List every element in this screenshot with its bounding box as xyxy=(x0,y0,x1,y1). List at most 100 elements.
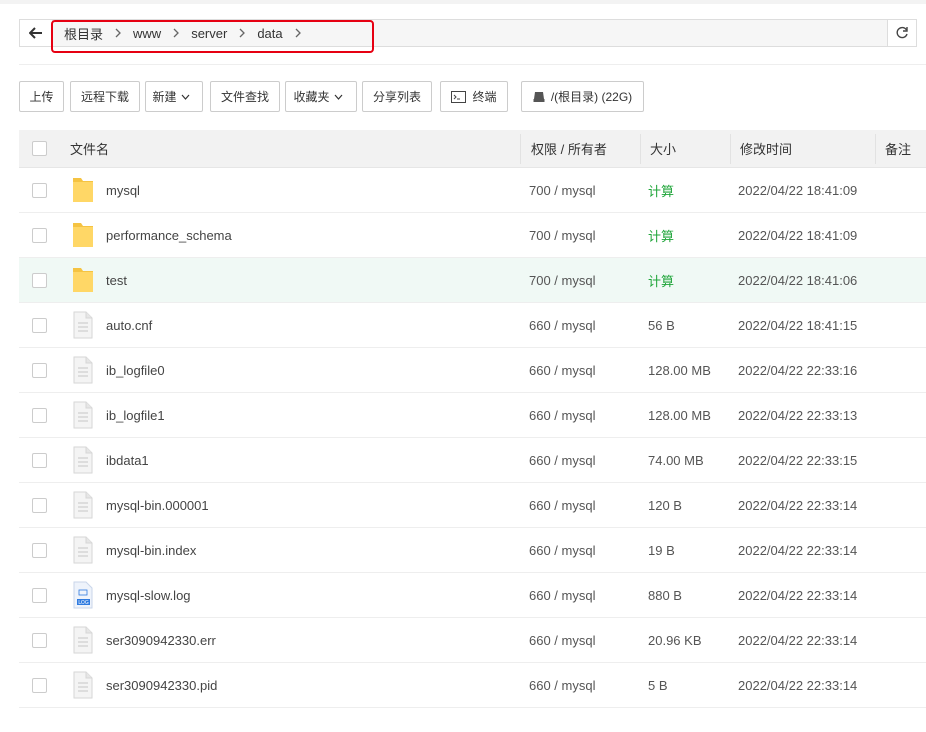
refresh-button[interactable] xyxy=(887,20,916,46)
refresh-icon xyxy=(896,26,908,39)
row-checkbox[interactable] xyxy=(32,573,47,617)
folder-icon xyxy=(73,221,93,249)
row-checkbox[interactable] xyxy=(32,303,47,347)
row-checkbox[interactable] xyxy=(32,258,47,302)
row-checkbox[interactable] xyxy=(32,213,47,257)
file-name[interactable]: ser3090942330.err xyxy=(106,618,216,662)
modified-time: 2022/04/22 18:41:06 xyxy=(738,272,858,288)
row-checkbox[interactable] xyxy=(32,438,47,482)
row-checkbox[interactable] xyxy=(32,483,47,527)
table-row[interactable]: performance_schema 700 / mysql 计算 2022/04/2… xyxy=(19,213,926,258)
permission-owner[interactable]: 660 / mysql xyxy=(529,483,595,527)
column-divider xyxy=(640,134,641,164)
file-icon xyxy=(73,356,93,384)
permission-owner[interactable]: 660 / mysql xyxy=(529,618,595,662)
file-name[interactable]: ser3090942330.pid xyxy=(106,663,217,707)
permission-owner[interactable]: 700 / mysql xyxy=(529,258,595,302)
breadcrumb-www[interactable]: www xyxy=(131,26,163,41)
table-row[interactable]: ser3090942330.pid 660 / mysql 5 B 2022/04/2… xyxy=(19,663,926,708)
favorites-label: 收藏夹 xyxy=(293,90,330,104)
log-icon-text: LOG xyxy=(78,600,89,606)
calculate-size-link[interactable]: 计算 xyxy=(648,258,674,302)
table-row[interactable]: mysql-bin.000001 660 / mysql 120 B 2022/04/… xyxy=(19,483,926,528)
row-checkbox[interactable] xyxy=(32,618,47,662)
file-name[interactable]: ib_logfile0 xyxy=(106,348,165,392)
remote-download-label: 远程下载 xyxy=(80,90,129,104)
header-filename[interactable]: 文件名 xyxy=(70,130,109,167)
modified-time: 2022/04/22 18:41:09 xyxy=(738,227,858,243)
file-icon xyxy=(73,536,93,564)
favorites-dropdown-button[interactable]: 收藏夹 xyxy=(285,81,357,112)
file-search-button[interactable]: 文件查找 xyxy=(210,81,280,112)
table-row[interactable]: ser3090942330.err 660 / mysql 20.96 KB 2022… xyxy=(19,618,926,663)
permission-owner[interactable]: 700 / mysql xyxy=(529,168,595,212)
file-size: 56 B xyxy=(648,317,675,333)
table-row[interactable]: test 700 / mysql 计算 2022/04/22 18:41:06 xyxy=(19,258,926,303)
breadcrumb-data[interactable]: data xyxy=(255,26,284,41)
file-name[interactable]: ib_logfile1 xyxy=(106,393,165,437)
row-checkbox[interactable] xyxy=(32,393,47,437)
new-dropdown-button[interactable]: 新建 xyxy=(145,81,203,112)
share-list-button[interactable]: 分享列表 xyxy=(362,81,432,112)
upload-label: 上传 xyxy=(29,90,54,104)
table-row[interactable]: mysql-bin.index 660 / mysql 19 B 2022/04/22… xyxy=(19,528,926,573)
chevron-right-icon xyxy=(285,28,311,38)
calculate-size-link[interactable]: 计算 xyxy=(648,168,674,212)
disk-label: /(根目录) (22G) xyxy=(550,90,633,104)
file-icon xyxy=(73,311,93,339)
file-size: 128.00 MB xyxy=(648,407,711,423)
modified-time: 2022/04/22 22:33:16 xyxy=(738,362,858,378)
file-name[interactable]: mysql-bin.000001 xyxy=(106,483,209,527)
file-name[interactable]: auto.cnf xyxy=(106,303,152,347)
file-size: 128.00 MB xyxy=(648,362,711,378)
file-size: 120 B xyxy=(648,497,682,513)
folder-icon xyxy=(73,176,93,204)
back-button[interactable] xyxy=(20,20,53,46)
breadcrumb-root[interactable]: 根目录 xyxy=(62,24,105,43)
permission-owner[interactable]: 660 / mysql xyxy=(529,393,595,437)
terminal-button[interactable]: 终端 xyxy=(440,81,508,112)
row-checkbox[interactable] xyxy=(32,528,47,572)
file-name[interactable]: performance_schema xyxy=(106,213,232,257)
header-size[interactable]: 大小 xyxy=(650,130,676,167)
row-checkbox[interactable] xyxy=(32,663,47,707)
table-row[interactable]: ibdata1 660 / mysql 74.00 MB 2022/04/22 22:… xyxy=(19,438,926,483)
file-name[interactable]: mysql xyxy=(106,168,140,212)
file-name[interactable]: mysql-bin.index xyxy=(106,528,196,572)
disk-button[interactable]: /(根目录) (22G) xyxy=(521,81,644,112)
header-modified-time[interactable]: 修改时间 xyxy=(740,130,792,167)
chevron-down-icon xyxy=(334,94,349,100)
remote-download-button[interactable]: 远程下载 xyxy=(70,81,140,112)
permission-owner[interactable]: 700 / mysql xyxy=(529,213,595,257)
permission-owner[interactable]: 660 / mysql xyxy=(529,528,595,572)
modified-time: 2022/04/22 18:41:15 xyxy=(738,317,858,333)
row-checkbox[interactable] xyxy=(32,348,47,392)
chevron-right-icon xyxy=(105,28,131,38)
permission-owner[interactable]: 660 / mysql xyxy=(529,573,595,617)
file-icon xyxy=(73,671,93,699)
table-row[interactable]: ib_logfile1 660 / mysql 128.00 MB 2022/04/2… xyxy=(19,393,926,438)
row-checkbox[interactable] xyxy=(32,168,47,212)
share-list-label: 分享列表 xyxy=(372,90,421,104)
file-name[interactable]: ibdata1 xyxy=(106,438,149,482)
file-name[interactable]: mysql-slow.log xyxy=(106,573,191,617)
select-all-checkbox[interactable] xyxy=(32,130,47,167)
breadcrumb-server[interactable]: server xyxy=(189,26,229,41)
table-row[interactable]: LOG mysql-slow.log 660 / mysql 880 B 2022/04… xyxy=(19,573,926,618)
file-name[interactable]: test xyxy=(106,258,127,302)
permission-owner[interactable]: 660 / mysql xyxy=(529,663,595,707)
modified-time: 2022/04/22 22:33:14 xyxy=(738,632,858,648)
header-permission[interactable]: 权限 / 所有者 xyxy=(531,130,607,167)
permission-owner[interactable]: 660 / mysql xyxy=(529,303,595,347)
file-size: 880 B xyxy=(648,587,682,603)
table-row[interactable]: auto.cnf 660 / mysql 56 B 2022/04/22 18:41:… xyxy=(19,303,926,348)
permission-owner[interactable]: 660 / mysql xyxy=(529,438,595,482)
table-row[interactable]: ib_logfile0 660 / mysql 128.00 MB 2022/04/2… xyxy=(19,348,926,393)
upload-button[interactable]: 上传 xyxy=(19,81,64,112)
top-strip xyxy=(0,0,926,4)
calculate-size-link[interactable]: 计算 xyxy=(648,213,674,257)
file-icon xyxy=(73,491,93,519)
permission-owner[interactable]: 660 / mysql xyxy=(529,348,595,392)
table-row[interactable]: mysql 700 / mysql 计算 2022/04/22 18:41:09 xyxy=(19,168,926,213)
chevron-right-icon xyxy=(163,28,189,38)
